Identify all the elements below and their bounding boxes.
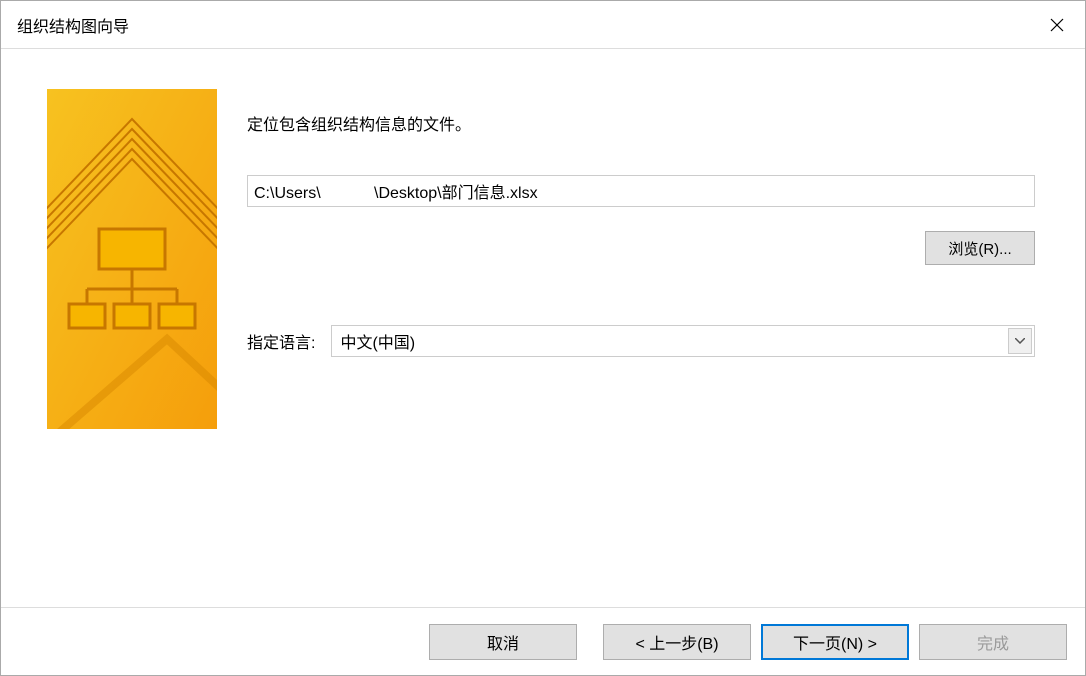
language-select[interactable]: 中文(中国) xyxy=(331,325,1035,357)
language-row: 指定语言: 中文(中国) xyxy=(247,325,1035,357)
chevron-down-icon xyxy=(1008,328,1032,354)
wizard-graphic xyxy=(47,89,217,429)
close-button[interactable] xyxy=(1029,1,1085,49)
previous-button[interactable]: < 上一步(B) xyxy=(603,624,751,660)
wizard-dialog: 组织结构图向导 xyxy=(0,0,1086,676)
cancel-button[interactable]: 取消 xyxy=(429,624,577,660)
close-icon xyxy=(1050,18,1064,32)
dialog-title: 组织结构图向导 xyxy=(17,13,129,37)
language-value: 中文(中国) xyxy=(340,329,415,353)
org-chart-icon xyxy=(47,89,217,429)
file-path-input[interactable] xyxy=(247,175,1035,207)
titlebar: 组织结构图向导 xyxy=(1,1,1085,49)
footer-buttons: 取消 < 上一步(B) 下一页(N) > 完成 xyxy=(1,607,1085,675)
instruction-text: 定位包含组织结构信息的文件。 xyxy=(247,111,1035,135)
browse-button[interactable]: 浏览(R)... xyxy=(925,231,1035,265)
language-label: 指定语言: xyxy=(247,329,315,353)
browse-row: 浏览(R)... xyxy=(247,231,1035,265)
content-area: 定位包含组织结构信息的文件。 浏览(R)... 指定语言: 中文(中国) xyxy=(1,49,1085,607)
main-panel: 定位包含组织结构信息的文件。 浏览(R)... 指定语言: 中文(中国) xyxy=(247,89,1035,607)
finish-button: 完成 xyxy=(919,624,1067,660)
next-button[interactable]: 下一页(N) > xyxy=(761,624,909,660)
